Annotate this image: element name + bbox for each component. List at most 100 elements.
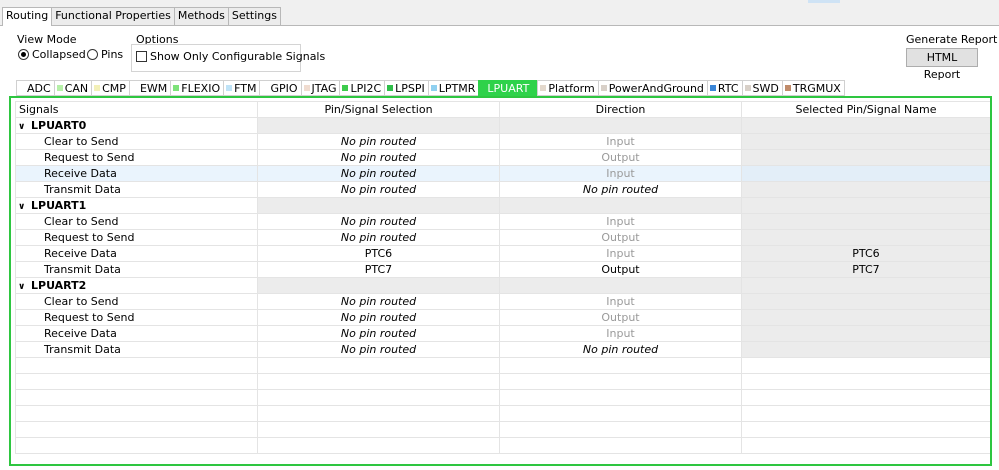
pin-selection-cell[interactable]: No pin routed	[257, 309, 500, 326]
radio-collapsed[interactable]: Collapsed	[18, 48, 86, 61]
peripheral-tab-lpuart[interactable]: LPUART	[478, 80, 539, 96]
peripheral-tab-gpio[interactable]: GPIO	[259, 80, 302, 96]
table-row[interactable]: Request to Send No pin routed Output	[15, 229, 990, 246]
peripheral-tab-lptmr[interactable]: LPTMR	[427, 80, 480, 96]
peripheral-tab-label: LPI2C	[350, 81, 382, 95]
table-row[interactable]: Transmit Data PTC7 Output PTC7	[15, 261, 990, 278]
signal-name-cell: Receive Data	[15, 325, 258, 342]
pin-selection-cell[interactable]: No pin routed	[257, 341, 500, 358]
peripheral-tab-trgmux[interactable]: TRGMUX	[781, 80, 845, 96]
table-row[interactable]: Request to Send No pin routed Output	[15, 149, 990, 166]
empty-cell	[499, 437, 742, 454]
pin-selection-cell[interactable]: No pin routed	[257, 293, 500, 310]
peripheral-tab-flexio[interactable]: FLEXIO	[170, 80, 225, 96]
routing-content: View Mode Collapsed Pins Options Show On…	[0, 26, 999, 470]
empty-cell	[741, 405, 990, 422]
direction-cell[interactable]: Input	[499, 325, 742, 342]
pin-selection-cell[interactable]: No pin routed	[257, 165, 500, 182]
peripheral-tab-powerandground[interactable]: PowerAndGround	[597, 80, 708, 96]
collapsed-radio-icon[interactable]	[18, 49, 29, 60]
checkbox-icon[interactable]	[136, 51, 147, 62]
table-row[interactable]: Receive Data No pin routed Input	[15, 165, 990, 182]
peripheral-tab-lpi2c[interactable]: LPI2C	[339, 80, 386, 96]
peripheral-tab-jtag[interactable]: JTAG	[300, 80, 341, 96]
table-row[interactable]: Clear to Send No pin routed Input	[15, 293, 990, 310]
chevron-down-icon[interactable]: ∨	[18, 202, 27, 212]
pin-selection-cell[interactable]: No pin routed	[257, 181, 500, 198]
table-row[interactable]: Transmit Data No pin routed No pin routed	[15, 181, 990, 198]
peripheral-tab-cmp[interactable]: CMP	[91, 80, 130, 96]
selected-pin-name-cell	[741, 229, 990, 246]
table-row[interactable]: Receive Data No pin routed Input	[15, 325, 990, 342]
show-configurable-checkbox[interactable]: Show Only Configurable Signals	[136, 50, 325, 63]
radio-pins[interactable]: Pins	[87, 48, 123, 61]
peripheral-tab-rtc[interactable]: RTC	[706, 80, 743, 96]
table-row[interactable]: Receive Data PTC6 Input PTC6	[15, 245, 990, 262]
peripheral-tab-lpspi[interactable]: LPSPI	[384, 80, 429, 96]
main-tab-bar: Routing Functional Properties Methods Setti…	[2, 7, 281, 26]
table-row[interactable]: Request to Send No pin routed Output	[15, 309, 990, 326]
pins-radio-icon[interactable]	[87, 49, 98, 60]
group-cell[interactable]: ∨ LPUART0	[15, 117, 258, 134]
column-header[interactable]: Pin/Signal Selection	[257, 101, 500, 118]
peripheral-tab-label: Platform	[548, 81, 595, 95]
pin-selection-cell[interactable]: No pin routed	[257, 325, 500, 342]
direction-cell[interactable]: Input	[499, 245, 742, 262]
tab-functional-properties[interactable]: Functional Properties	[51, 7, 175, 25]
direction-cell[interactable]: Input	[499, 293, 742, 310]
selected-pin-name-cell	[741, 341, 990, 358]
group-empty-cell	[499, 197, 742, 214]
column-header[interactable]: Selected Pin/Signal Name	[741, 101, 990, 118]
direction-cell[interactable]: No pin routed	[499, 341, 742, 358]
direction-cell[interactable]: Output	[499, 309, 742, 326]
empty-cell	[257, 421, 500, 438]
column-header[interactable]: Direction	[499, 101, 742, 118]
column-header[interactable]: Signals	[15, 101, 258, 118]
empty-cell	[257, 405, 500, 422]
group-row[interactable]: ∨ LPUART1	[15, 197, 990, 214]
direction-cell[interactable]: Input	[499, 165, 742, 182]
empty-row	[15, 373, 990, 390]
peripheral-tab-label: ADC	[27, 81, 51, 95]
chevron-down-icon[interactable]: ∨	[18, 282, 27, 292]
empty-cell	[15, 421, 258, 438]
group-row[interactable]: ∨ LPUART2	[15, 277, 990, 294]
tab-routing[interactable]: Routing	[2, 7, 53, 26]
direction-cell[interactable]: Input	[499, 133, 742, 150]
peripheral-tab-label: PowerAndGround	[608, 81, 704, 95]
pin-selection-cell[interactable]: No pin routed	[257, 213, 500, 230]
peripheral-tab-adc[interactable]: ADC	[16, 80, 55, 96]
pin-selection-cell[interactable]: PTC7	[257, 261, 500, 278]
table-row[interactable]: Clear to Send No pin routed Input	[15, 133, 990, 150]
group-row[interactable]: ∨ LPUART0	[15, 117, 990, 134]
pin-selection-cell[interactable]: No pin routed	[257, 149, 500, 166]
group-cell[interactable]: ∨ LPUART1	[15, 197, 258, 214]
signal-name-cell: Request to Send	[15, 309, 258, 326]
peripheral-color-swatch	[94, 85, 101, 91]
peripheral-color-swatch	[744, 85, 751, 91]
peripheral-tab-can[interactable]: CAN	[53, 80, 93, 96]
direction-cell[interactable]: Input	[499, 213, 742, 230]
empty-cell	[741, 357, 990, 374]
peripheral-tab-swd[interactable]: SWD	[741, 80, 783, 96]
peripheral-color-swatch	[19, 85, 25, 91]
table-row[interactable]: Transmit Data No pin routed No pin routed	[15, 341, 990, 358]
peripheral-tab-ewm[interactable]: EWM	[128, 80, 172, 96]
pin-selection-cell[interactable]: PTC6	[257, 245, 500, 262]
direction-cell[interactable]: Output	[499, 149, 742, 166]
group-empty-cell	[499, 117, 742, 134]
tab-methods[interactable]: Methods	[173, 7, 229, 25]
direction-cell[interactable]: Output	[499, 261, 742, 278]
peripheral-tab-label: LPSPI	[395, 81, 425, 95]
peripheral-tab-platform[interactable]: Platform	[537, 80, 599, 96]
group-cell[interactable]: ∨ LPUART2	[15, 277, 258, 294]
chevron-down-icon[interactable]: ∨	[18, 122, 27, 132]
peripheral-tab-ftm[interactable]: FTM	[223, 80, 261, 96]
html-report-button[interactable]: HTML Report	[906, 48, 978, 81]
pin-selection-cell[interactable]: No pin routed	[257, 229, 500, 246]
direction-cell[interactable]: Output	[499, 229, 742, 246]
table-row[interactable]: Clear to Send No pin routed Input	[15, 213, 990, 230]
tab-settings[interactable]: Settings	[227, 7, 281, 25]
direction-cell[interactable]: No pin routed	[499, 181, 742, 198]
pin-selection-cell[interactable]: No pin routed	[257, 133, 500, 150]
